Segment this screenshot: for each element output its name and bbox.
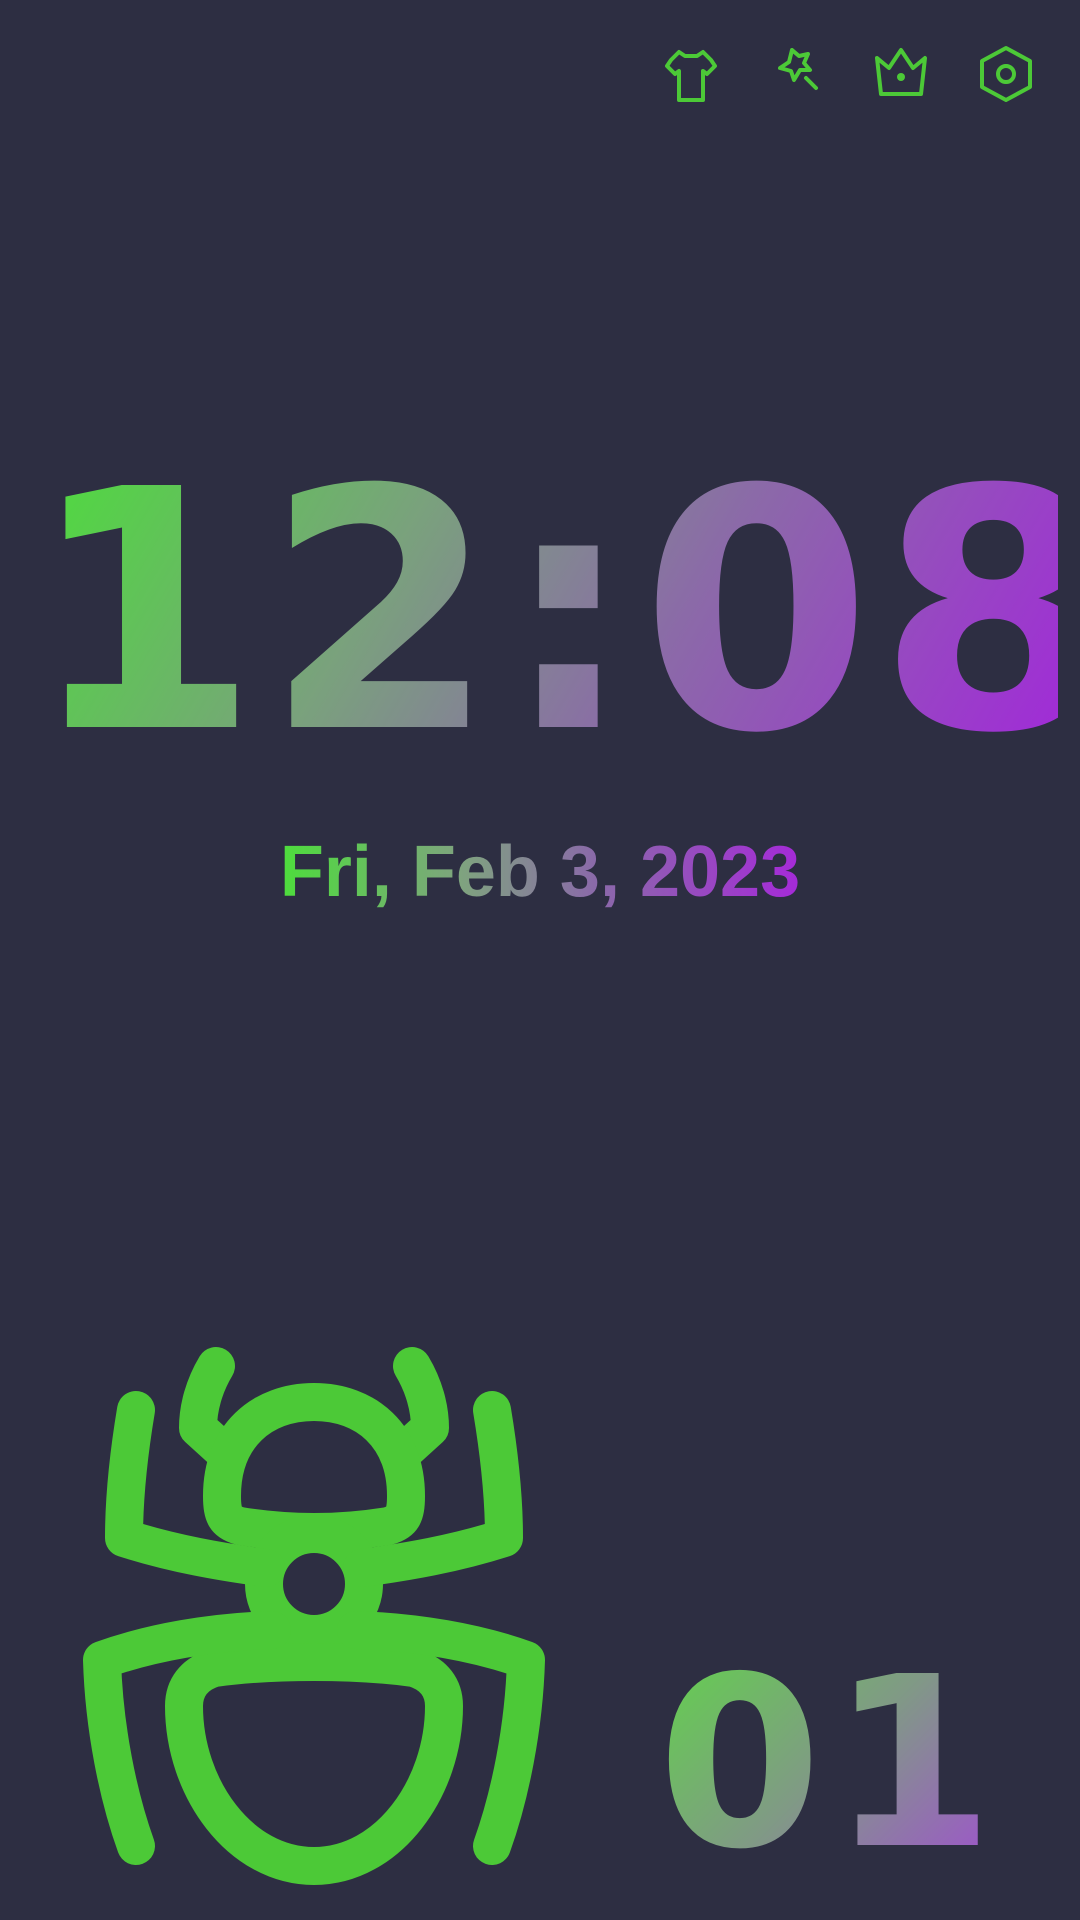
settings-icon [979,46,1032,102]
date-display: Fri, Feb 3, 2023 [0,832,1080,912]
premium-button[interactable] [848,44,953,104]
settings-button[interactable] [953,44,1058,104]
clock: 12:08 [0,420,1080,806]
shirt-icon [664,50,717,102]
date-text: Fri, Feb 3, 2023 [279,832,801,912]
theme-button[interactable] [638,44,743,104]
lock-screen: 12:08 Fri, Feb 3, 2023 01 [0,0,1080,1920]
character-avatar[interactable] [82,1347,545,1888]
top-toolbar [638,44,1058,104]
effects-button[interactable] [743,44,848,104]
crown-icon [874,48,927,96]
clock-time: 12:08 [28,420,1080,806]
level-counter: 01 [657,1626,1002,1901]
magic-wand-icon [777,48,818,90]
bug-icon [83,1347,545,1885]
